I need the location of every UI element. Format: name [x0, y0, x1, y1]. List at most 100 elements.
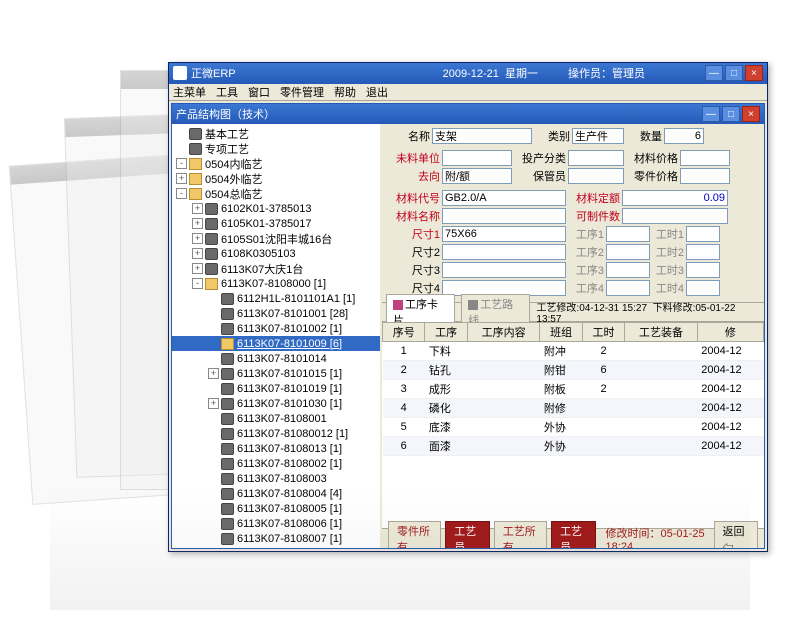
input-keeper[interactable] — [568, 168, 624, 184]
sub-maximize-button[interactable]: □ — [722, 106, 740, 122]
tree-node[interactable]: +6113K07-8101030 [1] — [172, 396, 380, 411]
table-row[interactable]: 2钻孔附钳62004-12 — [383, 361, 764, 380]
tree-node[interactable]: 6112H1L-8101101A1 [1] — [172, 291, 380, 306]
minimize-button[interactable]: — — [705, 65, 723, 81]
input-matname[interactable] — [442, 208, 566, 224]
input-size3[interactable] — [442, 262, 566, 278]
tree-node[interactable]: +6108K0305103 — [172, 246, 380, 261]
table-row[interactable]: 6面漆外协2004-12 — [383, 437, 764, 456]
tree-node[interactable]: +6113K07-8101015 [1] — [172, 366, 380, 381]
grid-header[interactable]: 工序内容 — [467, 323, 540, 342]
tree-node[interactable]: 6113K07-8108005 [1] — [172, 501, 380, 516]
tree-expander[interactable]: + — [192, 233, 203, 244]
tree-node[interactable]: 6113K07-8108006 [1] — [172, 516, 380, 531]
input-size1[interactable] — [442, 226, 566, 242]
tree-node[interactable]: 6113K07-8101002 [1] — [172, 321, 380, 336]
tree-expander[interactable]: + — [192, 248, 203, 259]
tree-panel[interactable]: 基本工艺专项工艺-0504内临艺+0504外临艺-0504总临艺+6102K01… — [172, 124, 382, 548]
tree-node[interactable]: +6102K01-3785013 — [172, 201, 380, 216]
input-hour2[interactable] — [686, 244, 720, 260]
tree-node[interactable]: 6113K07-81080012 [1] — [172, 426, 380, 441]
tree-expander[interactable]: - — [192, 278, 203, 289]
input-hour3[interactable] — [686, 262, 720, 278]
tree-node[interactable]: 6113K07-8108007 [1] — [172, 531, 380, 546]
tree-expander[interactable]: + — [208, 398, 219, 409]
grid-header[interactable]: 工艺装备 — [625, 323, 698, 342]
tree-node[interactable]: +6105K01-3785017 — [172, 216, 380, 231]
tree-node[interactable]: 6113K07-8101001 [28] — [172, 306, 380, 321]
table-row[interactable]: 5底漆外协2004-12 — [383, 418, 764, 437]
grid-header[interactable]: 序号 — [383, 323, 425, 342]
menu-help[interactable]: 帮助 — [334, 84, 356, 100]
tree-expander[interactable]: + — [208, 368, 219, 379]
input-name[interactable] — [432, 128, 532, 144]
close-button[interactable]: × — [745, 65, 763, 81]
grid-area[interactable]: 序号工序工序内容班组工时工艺装备修 1下料附冲22004-122钻孔附钳6200… — [382, 322, 764, 528]
table-row[interactable]: 4磷化附修2004-12 — [383, 399, 764, 418]
tree-expander[interactable]: - — [176, 188, 187, 199]
process-grid[interactable]: 序号工序工序内容班组工时工艺装备修 1下料附冲22004-122钻孔附钳6200… — [382, 322, 764, 456]
input-proc4[interactable] — [606, 280, 650, 296]
tree-expander[interactable]: + — [192, 218, 203, 229]
tree-node[interactable]: 6113K07-8101014 — [172, 351, 380, 366]
tree-node[interactable]: 6113K07-8101019 [1] — [172, 381, 380, 396]
tree-expander[interactable]: + — [192, 203, 203, 214]
input-matprice[interactable] — [680, 150, 730, 166]
input-proc1[interactable] — [606, 226, 650, 242]
sub-close-button[interactable]: × — [742, 106, 760, 122]
tree-node[interactable]: 6113K07-8108001 — [172, 411, 380, 426]
menu-tools[interactable]: 工具 — [216, 84, 238, 100]
grid-header[interactable]: 修 — [697, 323, 763, 342]
tree-node[interactable]: -0504内临艺 — [172, 156, 380, 171]
input-hour4[interactable] — [686, 280, 720, 296]
tree-node[interactable]: 6113K07-8108013 [1] — [172, 441, 380, 456]
input-proc2[interactable] — [606, 244, 650, 260]
tree-expander[interactable]: + — [192, 263, 203, 274]
maximize-button[interactable]: □ — [725, 65, 743, 81]
menu-exit[interactable]: 退出 — [366, 84, 388, 100]
tree-node[interactable]: +6113K07大庆1台 — [172, 261, 380, 276]
tree-node[interactable]: 6113K07-8108002 [1] — [172, 456, 380, 471]
tree-expander[interactable]: + — [176, 173, 187, 184]
input-partprice[interactable] — [680, 168, 730, 184]
grid-header[interactable]: 工时 — [582, 323, 624, 342]
tree-node[interactable]: +0504外临艺 — [172, 171, 380, 186]
grid-header[interactable]: 工序 — [425, 323, 467, 342]
table-row[interactable]: 1下料附冲22004-12 — [383, 342, 764, 361]
input-qty[interactable] — [664, 128, 704, 144]
tree-node[interactable]: -0504总临艺 — [172, 186, 380, 201]
tree-node[interactable]: -6113K07-8108000 [1] — [172, 276, 380, 291]
titlebar[interactable]: 正微ERP 2009-12-21 星期一 操作员：管理员 — □ × — [169, 63, 767, 84]
tree-node[interactable]: 6113K07-8101009 [6] — [172, 336, 380, 351]
input-unit[interactable] — [442, 150, 512, 166]
btn-back[interactable]: 返回⇦ — [714, 521, 758, 549]
input-makecnt[interactable] — [622, 208, 728, 224]
grid-header[interactable]: 班组 — [540, 323, 582, 342]
table-row[interactable]: 3成形附板22004-12 — [383, 380, 764, 399]
sub-minimize-button[interactable]: — — [702, 106, 720, 122]
input-size2[interactable] — [442, 244, 566, 260]
btn-technician-2[interactable]: 工艺员 — [551, 521, 595, 549]
menu-parts[interactable]: 零件管理 — [280, 84, 324, 100]
input-category[interactable] — [572, 128, 624, 144]
tree-node[interactable]: 基本工艺 — [172, 126, 380, 141]
input-hour1[interactable] — [686, 226, 720, 242]
input-matquota[interactable] — [622, 190, 728, 206]
sub-titlebar[interactable]: 产品结构图（技术） — □ × — [172, 104, 764, 124]
input-proc3[interactable] — [606, 262, 650, 278]
tree-node[interactable]: 6113K07-8108004 [4] — [172, 486, 380, 501]
mod-time: 修改时间：05-01-25 18:24 — [606, 525, 710, 549]
input-matcode[interactable] — [442, 190, 566, 206]
tree-node[interactable]: +6105S01沈阳丰城16台 — [172, 231, 380, 246]
menu-main[interactable]: 主菜单 — [173, 84, 206, 100]
input-prod[interactable] — [568, 150, 624, 166]
input-dest[interactable] — [442, 168, 512, 184]
menu-window[interactable]: 窗口 — [248, 84, 270, 100]
tree-node[interactable]: 6113K07-8108003 — [172, 471, 380, 486]
btn-parts-all[interactable]: 零件所有 — [388, 521, 441, 549]
tree-node[interactable]: 专项工艺 — [172, 141, 380, 156]
btn-technician-1[interactable]: 工艺员 — [445, 521, 489, 549]
btn-process-all[interactable]: 工艺所有 — [494, 521, 547, 549]
main-window: 正微ERP 2009-12-21 星期一 操作员：管理员 — □ × 主菜单 工… — [168, 62, 768, 552]
tree-expander[interactable]: - — [176, 158, 187, 169]
